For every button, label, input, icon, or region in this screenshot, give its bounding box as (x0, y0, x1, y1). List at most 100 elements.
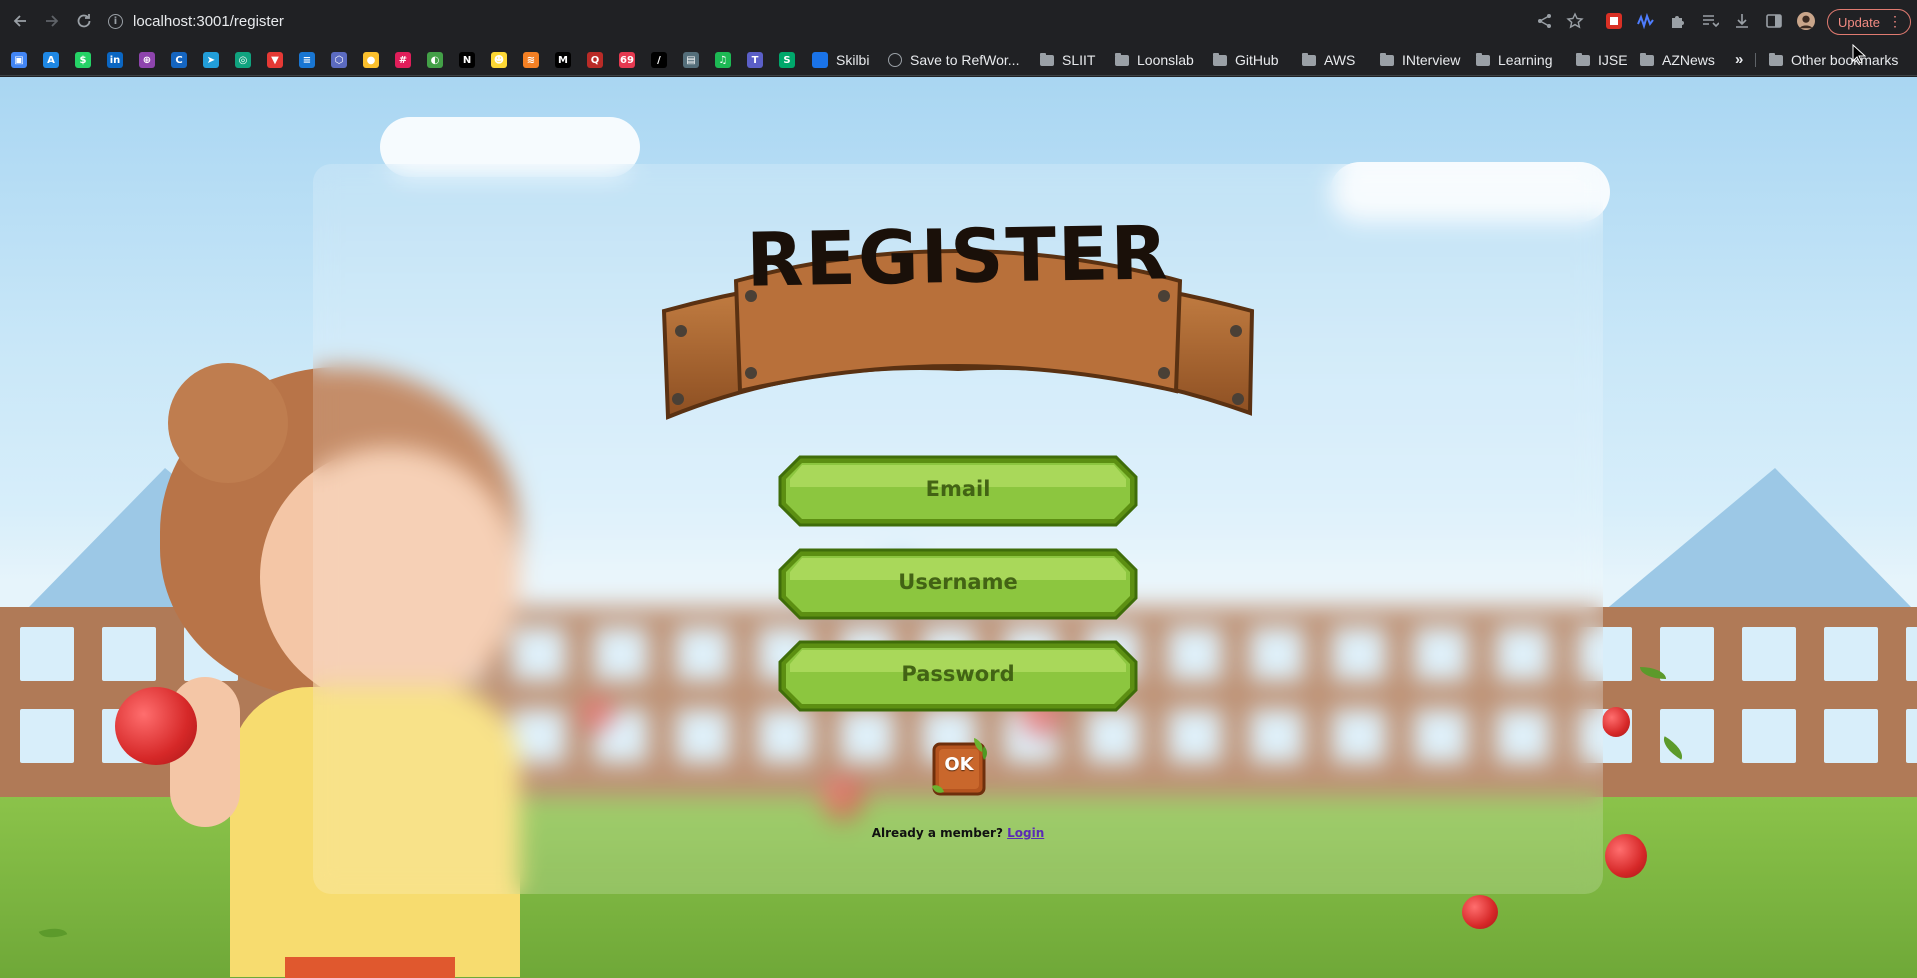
fence-window (20, 627, 74, 681)
download-icon[interactable] (1732, 11, 1752, 31)
folder-icon (1040, 52, 1054, 66)
bookmark-label: GitHub (1235, 52, 1279, 68)
page-title: REGISTER (745, 210, 1171, 304)
bookmark-label: AWS (1324, 52, 1356, 68)
bookmark-favicon-icon[interactable]: S (779, 52, 795, 68)
bookmark-item[interactable]: Skilbi (812, 51, 869, 69)
password-input[interactable] (818, 654, 1098, 694)
bookmark-item[interactable]: IJSE (1576, 51, 1628, 69)
bookmark-favicon-icon[interactable]: T (747, 52, 763, 68)
address-bar[interactable]: i localhost:3001/register (108, 9, 284, 33)
bookmark-favicon-icon[interactable]: in (107, 52, 123, 68)
fence-window (20, 709, 74, 763)
bookmark-favicon-icon[interactable]: ▤ (683, 52, 699, 68)
username-input[interactable] (818, 562, 1098, 602)
bookmark-item[interactable]: AWS (1302, 51, 1355, 69)
bookmark-item[interactable]: SLIIT (1040, 51, 1095, 69)
bookmark-favicon-icon[interactable]: ⬡ (331, 52, 347, 68)
bookmark-item[interactable]: Loonslab (1115, 51, 1194, 69)
bookmark-star-icon[interactable] (1565, 11, 1585, 31)
reload-icon[interactable] (74, 11, 94, 31)
more-vertical-icon[interactable]: ⋮ (1888, 14, 1902, 28)
folder-icon (1476, 52, 1490, 66)
tomato-decoration (1605, 834, 1647, 878)
site-info-icon[interactable]: i (108, 13, 123, 29)
bookmark-favicon-icon[interactable]: ⊕ (139, 52, 155, 68)
skilbi-favicon-icon (812, 52, 828, 68)
bookmark-label: Skilbi (836, 52, 870, 68)
bookmark-favicon-icon[interactable]: C (171, 52, 187, 68)
bookmark-label: SLIIT (1062, 52, 1096, 68)
folder-icon (1213, 52, 1227, 66)
bookmark-favicon-icon[interactable]: A (43, 52, 59, 68)
fence-window (1660, 627, 1714, 681)
tomato-decoration (1462, 895, 1498, 929)
tomato-decoration (115, 687, 197, 765)
extensions-puzzle-icon[interactable] (1668, 11, 1688, 31)
bookmark-favicon-icon[interactable]: ▼ (267, 52, 283, 68)
profile-avatar-icon[interactable] (1796, 11, 1816, 31)
globe-icon (888, 53, 902, 67)
bookmark-label: IJSE (1598, 52, 1628, 68)
already-member-row: Already a member? Login (830, 826, 1086, 840)
fence-window (1660, 709, 1714, 763)
username-field-wrapper[interactable] (778, 548, 1138, 620)
share-icon[interactable] (1535, 11, 1555, 31)
bookmarks-overflow-icon[interactable]: » (1735, 51, 1743, 68)
password-field-wrapper[interactable] (778, 640, 1138, 712)
girl-shorts-decoration (285, 957, 455, 978)
bookmark-favicon-icon[interactable]: ◎ (235, 52, 251, 68)
bookmark-favicon-icon[interactable]: ➤ (203, 52, 219, 68)
bookmark-favicon-icon[interactable]: M (555, 52, 571, 68)
bookmark-favicon-icon[interactable]: 69 (619, 52, 635, 68)
bookmark-favicon-icon[interactable]: ◐ (427, 52, 443, 68)
bookmark-label: Loonslab (1137, 52, 1194, 68)
bookmarks-divider (1755, 53, 1756, 67)
register-page (0, 77, 1917, 978)
fence-window (1824, 627, 1878, 681)
folder-icon (1115, 52, 1129, 66)
folder-icon (1380, 52, 1394, 66)
bookmark-favicon-icon[interactable]: ▣ (11, 52, 27, 68)
bookmark-item[interactable]: INterview (1380, 51, 1460, 69)
already-member-text: Already a member? (871, 826, 1003, 840)
bookmark-label: Save to RefWor... (910, 52, 1020, 68)
bookmark-favicon-icon[interactable]: ♫ (715, 52, 731, 68)
update-label: Update (1838, 14, 1880, 30)
folder-icon (1302, 52, 1316, 66)
bookmark-favicon-icon[interactable]: $ (75, 52, 91, 68)
folder-icon (1769, 52, 1783, 66)
bookmark-item[interactable]: GitHub (1213, 51, 1279, 69)
bookmark-favicon-icon[interactable]: ≡ (299, 52, 315, 68)
login-link[interactable]: Login (1007, 826, 1044, 840)
bookmark-favicon-icon[interactable]: Q (587, 52, 603, 68)
bookmark-favicon-icon[interactable]: ≋ (523, 52, 539, 68)
bookmark-favicon-icon[interactable]: # (395, 52, 411, 68)
forward-arrow-icon[interactable] (42, 11, 62, 31)
folder-icon (1576, 52, 1590, 66)
side-panel-icon[interactable] (1764, 11, 1784, 31)
bookmarks-bar: ▣ A $ in ⊕ C ➤ ◎ ▼ ≡ ⬡ ● # ◐ N ☻ ≋ M Q 69 / ▤ ♫ T S Skilbi Save t… (0, 43, 1917, 76)
girl-bun-decoration (168, 363, 288, 483)
bookmark-label: AZNews (1662, 52, 1715, 68)
email-field-wrapper[interactable] (778, 455, 1138, 527)
bookmark-item[interactable]: Save to RefWor... (888, 51, 1019, 69)
ok-button-label: OK (944, 754, 974, 775)
bookmark-other-bookmarks[interactable]: Other bookmarks (1769, 51, 1898, 69)
reading-list-icon[interactable] (1700, 11, 1720, 31)
bookmark-favicon-icon[interactable]: ☻ (491, 52, 507, 68)
back-arrow-icon[interactable] (10, 11, 30, 31)
folder-icon (1640, 52, 1654, 66)
update-button[interactable]: Update ⋮ (1827, 9, 1911, 35)
email-input[interactable] (818, 469, 1098, 509)
fence-window (1742, 627, 1796, 681)
bookmark-favicon-icon[interactable]: ● (363, 52, 379, 68)
bookmark-item[interactable]: AZNews (1640, 51, 1715, 69)
bookmark-favicon-icon[interactable]: / (651, 52, 667, 68)
bookmark-item[interactable]: Learning (1476, 51, 1553, 69)
bookmark-label: INterview (1402, 52, 1461, 68)
extension-wave-icon[interactable] (1636, 11, 1656, 31)
extension-red-icon[interactable] (1604, 11, 1624, 31)
bookmark-favicon-icon[interactable]: N (459, 52, 475, 68)
fence-window (1906, 709, 1917, 763)
